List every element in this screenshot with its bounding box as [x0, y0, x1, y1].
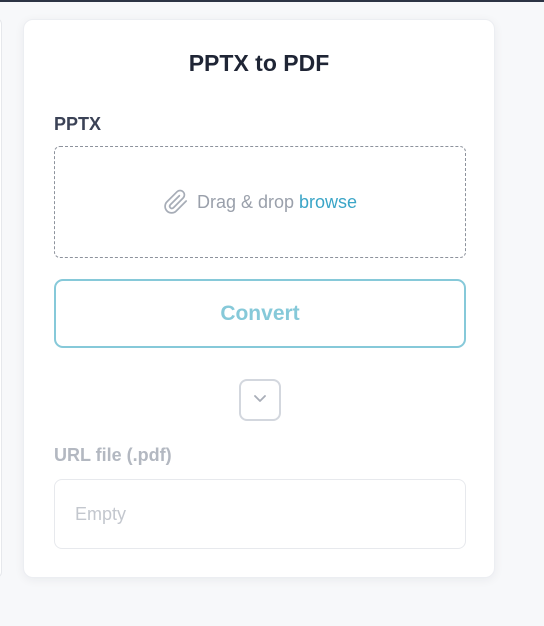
dropzone-text: Drag & drop — [196, 191, 295, 212]
output-url-value: Empty — [75, 503, 127, 524]
file-dropzone[interactable]: Drag & drop browse — [54, 146, 466, 258]
convert-button[interactable]: Convert — [54, 279, 466, 348]
output-url-label: URL file (.pdf) — [54, 445, 172, 465]
converter-card: PPTX to PDF PPTX Drag & drop browse Conv… — [23, 19, 495, 578]
card-title: PPTX to PDF — [188, 50, 330, 76]
pptx-field-label: PPTX — [54, 114, 102, 134]
browse-link[interactable]: browse — [299, 192, 357, 213]
expand-output-button[interactable] — [239, 379, 281, 421]
chevron-down-icon — [250, 388, 270, 413]
output-url-field[interactable]: Empty — [54, 479, 466, 549]
paperclip-icon — [163, 189, 189, 215]
top-divider — [0, 0, 544, 2]
adjacent-panel-edge — [0, 18, 2, 578]
